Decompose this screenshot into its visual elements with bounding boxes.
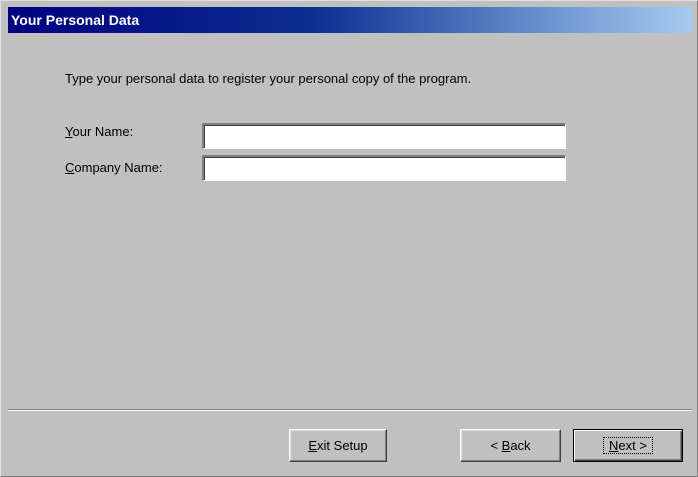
intro-text: Type your personal data to register your… [65, 71, 472, 86]
exit-setup-button[interactable]: Exit Setup [289, 429, 387, 462]
your-name-input[interactable] [202, 123, 566, 149]
company-name-input[interactable] [202, 155, 566, 181]
focus-rectangle: Next > [603, 437, 653, 454]
company-name-label: Company Name: [65, 160, 163, 175]
back-button[interactable]: < Back [460, 429, 561, 462]
your-name-label: Your Name: [65, 124, 134, 139]
setup-dialog: Your Personal Data Type your personal da… [0, 0, 698, 477]
next-button[interactable]: Next > [573, 429, 683, 462]
dialog-content: Type your personal data to register your… [8, 33, 692, 475]
window-title: Your Personal Data [11, 12, 140, 28]
title-bar: Your Personal Data [8, 7, 692, 33]
button-separator [8, 409, 692, 411]
